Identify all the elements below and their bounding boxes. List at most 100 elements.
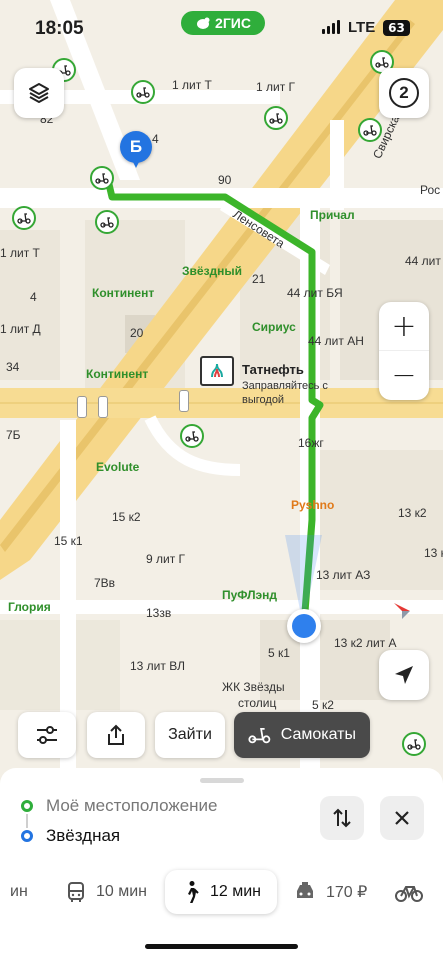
scooter-marker-icon[interactable] [180,424,204,448]
swap-route-button[interactable] [320,796,364,840]
map-label: 15 к1 [54,534,83,548]
mode-bicycle[interactable] [394,870,424,914]
map-label: 5 к2 [312,698,334,712]
zoom-out-button[interactable]: − [379,351,429,400]
zoom-controls: + − [379,302,429,400]
map-label: 1 лит Т [0,246,40,260]
gas-station-icon[interactable] [200,356,234,386]
enter-button[interactable]: Зайти [155,712,225,758]
map-label: 5 к1 [268,646,290,660]
destination-dot-icon [21,830,33,842]
map-label: 13 лит АЗ [316,568,371,582]
brand-name: 2ГИС [215,15,251,31]
navigation-arrow-icon [395,666,413,684]
bicycle-icon [395,886,423,902]
route-destination[interactable]: Звёздная [46,826,120,846]
map-label: 4 [30,290,37,304]
scooter-marker-icon[interactable] [95,210,119,234]
scooter-marker-icon[interactable] [12,206,36,230]
compass-icon[interactable] [392,601,412,621]
map-label: 13зв [146,606,172,620]
map-label: 90 [218,173,232,187]
map-label: Evolute [96,460,140,474]
map-label: 4 [152,132,159,146]
map-label: Pyshno [291,498,335,512]
sheet-grabber[interactable] [200,778,244,783]
mode-partial-label: ин [10,883,28,900]
battery-level: 63 [388,21,405,35]
mode-taxi-price: 170 ₽ [326,884,368,901]
map-label: Заправляйтесь с выгодой [242,380,328,406]
taxi-icon [297,882,313,898]
scooter-marker-icon[interactable] [90,166,114,190]
origin-dot-icon [21,800,33,812]
mode-bus[interactable]: 10 мин [65,870,147,914]
traffic-light-icon [98,396,108,418]
scooter-marker-icon[interactable] [358,118,382,142]
filters-button[interactable] [18,712,76,758]
scooters-button-label: Самокаты [280,726,356,743]
scooter-marker-icon[interactable] [264,106,288,130]
map-label: 16жг [298,436,324,450]
traffic-light-icon [77,396,87,418]
enter-button-label: Зайти [168,726,212,743]
scooters-button[interactable]: Самокаты [234,712,370,758]
map-label: 1 лит Г [256,80,296,94]
map-label: 1 лит Т [172,78,212,92]
map-label: Глория [8,600,51,614]
mode-taxi[interactable]: 170 ₽ [293,870,367,914]
map-view[interactable]: 1 лит Т 1 лит Г 82 4 90 Свирская Ленсове… [0,0,443,780]
home-indicator[interactable] [145,944,298,949]
map-label: 21 [252,272,266,286]
map-label: 15 к2 [112,510,141,524]
layers-button[interactable] [14,68,64,118]
locate-me-button[interactable] [379,650,429,700]
share-icon [108,724,124,745]
zoom-out-label: − [391,358,417,393]
map-label: ЖК Звёзды [222,680,285,694]
map-label: 7Б [6,428,21,442]
scooter-icon [248,728,271,744]
bus-icon [68,882,84,902]
map-label: Рос [420,183,441,197]
map-label: 7Вв [94,576,116,590]
share-button[interactable] [87,712,145,758]
map-label: 44 лит В [405,254,443,268]
layers-icon [29,83,49,103]
mode-walk[interactable]: 12 мин [165,870,278,914]
map-label: столиц [238,696,277,710]
map-label: Звёздный [182,264,243,278]
map-label: 9 лит Г [146,552,186,566]
layers-count-button[interactable]: 2 [379,68,429,118]
map-actions-bar: Зайти Самокаты [0,712,443,758]
destination-marker-label: Б [129,137,143,156]
map-label: Континент [92,286,155,300]
close-route-button[interactable] [380,796,424,840]
brand-badge[interactable]: 2ГИС [181,11,265,35]
brand-logo-icon [197,17,210,29]
zoom-in-label: + [391,308,417,344]
mode-bus-time: 10 мин [96,883,148,900]
map-label: 34 [6,360,20,374]
filters-icon [37,726,57,744]
map-label: Причал [310,208,355,222]
route-origin[interactable]: Моё местоположение [46,796,218,816]
signal-icon [322,20,340,34]
mode-partial[interactable]: ин [10,870,28,914]
map-label: 20 [130,326,144,340]
map-label: 44 лит АН [308,334,364,348]
map-label: 1 лит Д [0,322,41,336]
destination-marker-tail [131,158,141,168]
map-label: 13 к1 [424,546,443,560]
map-label: 13 к2 лит А [334,636,397,650]
mode-walk-time: 12 мин [210,883,262,900]
map-label: Татнефть [242,362,304,377]
user-location-marker[interactable] [287,609,321,643]
map-base [0,0,443,780]
layers-count: 2 [399,83,409,102]
walk-icon [188,881,199,903]
zoom-in-button[interactable]: + [379,302,429,351]
swap-icon [333,808,351,828]
scooter-marker-icon[interactable] [131,80,155,104]
map-label: Континент [86,367,149,381]
